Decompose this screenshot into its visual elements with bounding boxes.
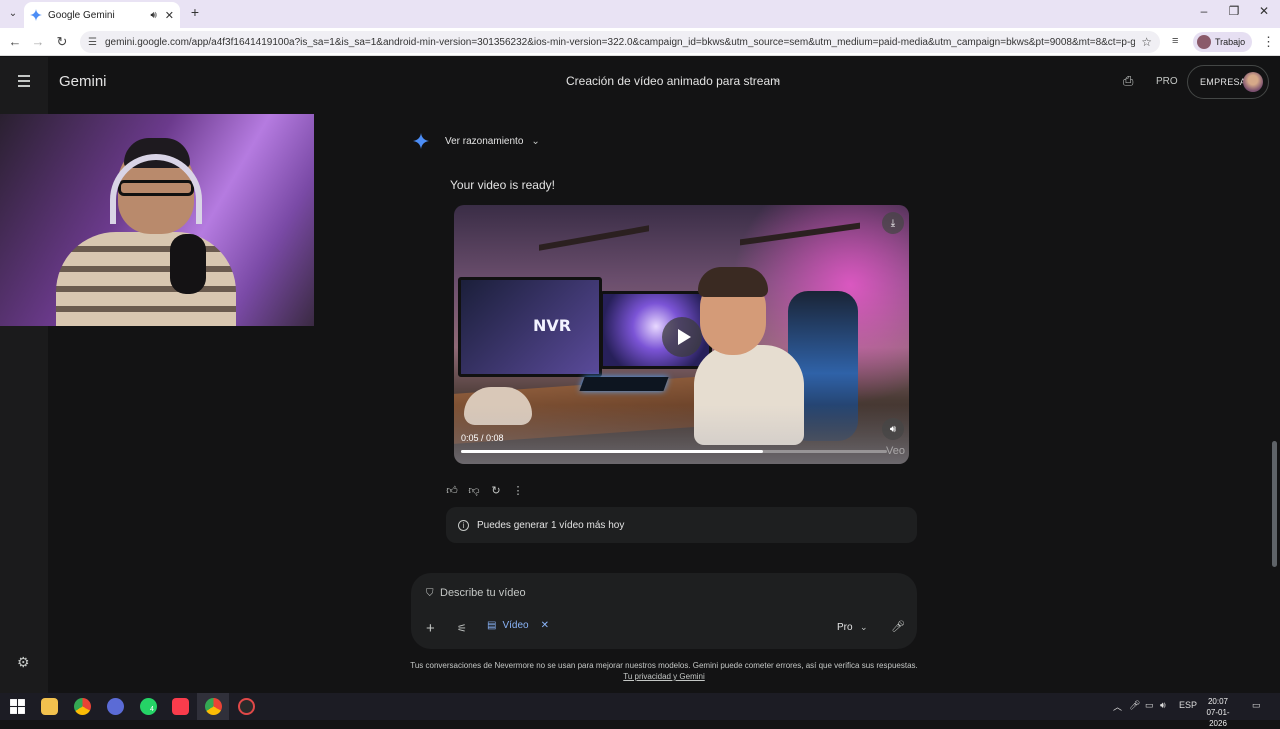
chrome-profile-icon[interactable]: [205, 698, 222, 715]
add-icon[interactable]: +: [426, 620, 435, 637]
webcam-overlay: [0, 114, 314, 326]
chat-title[interactable]: Creación de vídeo animado para stream: [566, 74, 780, 88]
whatsapp-icon[interactable]: 4: [140, 698, 157, 715]
browser-toolbar: ← → ↻ ☰ gemini.google.com/app/a4f3f16414…: [0, 28, 1280, 56]
chevron-down-icon[interactable]: ⌄: [860, 622, 868, 633]
browser-tab[interactable]: Google Gemini 🔊︎ ✕: [24, 2, 180, 28]
chevron-down-icon[interactable]: ⌄: [773, 74, 781, 85]
music-icon[interactable]: [172, 698, 189, 715]
profile-avatar: [1197, 35, 1211, 49]
shield-icon: ⛉: [426, 588, 434, 599]
tools-icon[interactable]: ⚟: [457, 622, 467, 635]
tab-title: Google Gemini: [48, 9, 115, 21]
webcam-microphone: [170, 234, 206, 294]
volume-icon[interactable]: 🔊︎: [882, 418, 904, 440]
prompt-composer: ⛉ + ⚟ ▤ Vídeo ✕ Pro ⌄ 🎤︎: [411, 573, 917, 649]
video-keyboard: [579, 377, 669, 391]
profile-label: Trabajo: [1215, 37, 1246, 47]
print-icon[interactable]: ⎙: [1123, 73, 1133, 89]
video-progress-bar[interactable]: [461, 450, 887, 453]
tab-list-icon[interactable]: ⌄: [4, 6, 22, 22]
video-chip-label: Vídeo: [502, 620, 529, 631]
chevron-down-icon: ⌄: [531, 135, 540, 147]
reasoning-label: Ver razonamiento: [445, 135, 524, 147]
tray-chevron-icon[interactable]: ︿: [1113, 700, 1122, 713]
limit-text: Puedes generar 1 vídeo más hoy: [477, 519, 625, 531]
kebab-icon[interactable]: ⋮: [1262, 34, 1275, 50]
prompt-input[interactable]: [440, 587, 880, 599]
plus-icon[interactable]: +: [188, 4, 202, 20]
video-character-hair: [698, 267, 768, 297]
close-icon[interactable]: ✕: [165, 9, 174, 22]
pro-badge: PRO: [1156, 76, 1178, 87]
microphone-tray-icon[interactable]: 🎤︎: [1129, 700, 1140, 711]
whatsapp-badge: 4: [150, 706, 154, 713]
address-bar[interactable]: ☰ gemini.google.com/app/a4f3f1641419100a…: [80, 31, 1160, 53]
reasoning-toggle[interactable]: Ver razonamiento ⌄: [413, 133, 540, 149]
clock-date: 07-01-2026: [1206, 708, 1230, 728]
webcam-person-body: [56, 232, 236, 326]
audio-icon[interactable]: 🔊︎: [150, 10, 156, 21]
chrome-icon[interactable]: [74, 698, 91, 715]
windows-start-icon[interactable]: [9, 698, 26, 715]
play-icon: [677, 329, 691, 345]
video-time: 0:05 / 0:08: [461, 433, 504, 443]
regenerate-icon[interactable]: ↻: [489, 484, 503, 498]
reload-icon[interactable]: ↻: [54, 34, 70, 50]
close-icon[interactable]: ✕: [541, 620, 549, 631]
response-text: Your video is ready!: [450, 178, 555, 192]
obs-icon[interactable]: [238, 698, 255, 715]
discord-icon[interactable]: [107, 698, 124, 715]
clock[interactable]: 20:07 07-01-2026: [1198, 696, 1238, 729]
privacy-link[interactable]: Tu privacidad y Gemini: [0, 672, 1280, 681]
profile-button[interactable]: Trabajo: [1193, 32, 1253, 52]
play-button[interactable]: [662, 317, 702, 357]
menu-icon[interactable]: [14, 75, 34, 89]
avatar: [1243, 72, 1263, 92]
url-text[interactable]: gemini.google.com/app/a4f3f1641419100a?i…: [105, 37, 1135, 48]
video-monitor-left: NVR: [458, 277, 602, 377]
gemini-favicon: [30, 9, 42, 21]
response-actions: 👍︎ 👎︎ ↻ ⋮: [445, 484, 525, 498]
monitor-logo: NVR: [533, 316, 572, 335]
video-player[interactable]: NVR ⤓ 🔊︎ 0:05 / 0:08 Veo: [454, 205, 909, 464]
speaker-icon[interactable]: 🔊︎: [1160, 700, 1166, 711]
back-icon[interactable]: ←: [7, 34, 23, 50]
usage-limit-notice: i Puedes generar 1 vídeo más hoy: [446, 507, 917, 543]
scrollbar[interactable]: [1272, 441, 1277, 567]
notifications-icon[interactable]: ▭: [1252, 700, 1261, 711]
close-window-icon[interactable]: ✕: [1254, 4, 1274, 18]
account-button[interactable]: EMPRESA: [1187, 65, 1269, 99]
thumbs-down-icon[interactable]: 👎︎: [467, 484, 481, 498]
forward-icon[interactable]: →: [30, 34, 46, 50]
gemini-spark-icon: [413, 133, 429, 149]
brand-title[interactable]: Gemini: [59, 73, 107, 90]
minimize-icon[interactable]: –: [1194, 4, 1214, 18]
thumbs-up-icon[interactable]: 👍︎: [445, 484, 459, 498]
disclaimer-text: Tus conversaciones de Nevermore no se us…: [410, 661, 918, 670]
info-icon: i: [458, 519, 469, 531]
gemini-app: ⚙ Gemini Creación de vídeo animado para …: [0, 57, 1280, 693]
taskbar: 4 ︿ 🎤︎ ▭ 🔊︎ ESP 20:07 07-01-2026 ▭: [0, 693, 1280, 728]
model-selector[interactable]: Pro: [837, 622, 853, 633]
veo-watermark: Veo: [886, 445, 905, 457]
microphone-icon[interactable]: 🎤︎: [891, 620, 905, 633]
clock-time: 20:07: [1207, 697, 1229, 706]
file-explorer-icon[interactable]: [41, 698, 58, 715]
restore-icon[interactable]: ❐: [1224, 4, 1244, 18]
network-icon[interactable]: ▭: [1145, 700, 1154, 711]
browser-tabbar: ⌄ Google Gemini 🔊︎ ✕ + – ❐ ✕: [0, 0, 1280, 28]
site-info-icon[interactable]: ☰: [88, 37, 97, 48]
star-icon[interactable]: ☆: [1141, 35, 1152, 49]
download-icon[interactable]: ⤓: [882, 212, 904, 234]
video-tool-chip[interactable]: ▤ Vídeo ✕: [487, 620, 549, 631]
language-indicator[interactable]: ESP: [1179, 700, 1197, 710]
video-progress-fill: [461, 450, 764, 453]
video-shelf: [539, 225, 649, 251]
more-options-icon[interactable]: ⋮: [511, 484, 525, 498]
video-icon: ▤: [487, 620, 497, 631]
video-fog: [454, 405, 909, 464]
empresa-label: EMPRESA: [1200, 77, 1247, 87]
media-icon[interactable]: ≡: [1172, 35, 1178, 47]
